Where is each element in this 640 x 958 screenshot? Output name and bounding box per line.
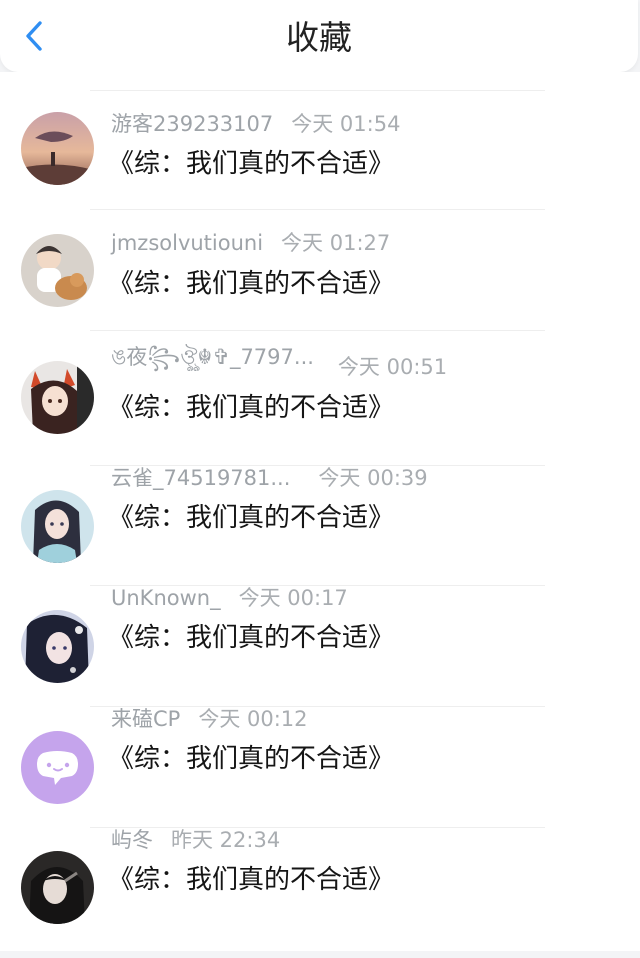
item-meta: jmzsolvutiouni 今天 01:27 bbox=[111, 228, 390, 258]
timestamp: 昨天 22:34 bbox=[171, 828, 281, 852]
list-item[interactable]: 云雀_74519781... 今天 00:39 《综：我们真的不合适》 bbox=[0, 466, 640, 597]
user-name[interactable]: 游客239233107 bbox=[111, 109, 273, 139]
book-title[interactable]: 《综：我们真的不合适》 bbox=[108, 620, 394, 656]
avatar[interactable] bbox=[21, 610, 94, 683]
timestamp: 今天 00:39 bbox=[318, 466, 428, 490]
item-meta: 游客239233107 今天 01:54 bbox=[111, 109, 400, 139]
book-title[interactable]: 《综：我们真的不合适》 bbox=[108, 390, 394, 426]
book-title[interactable]: 《综：我们真的不合适》 bbox=[108, 741, 394, 777]
item-meta: 屿冬 昨天 22:34 bbox=[111, 825, 280, 855]
user-name[interactable]: jmzsolvutiouni bbox=[111, 228, 263, 258]
item-meta: 云雀_74519781... 今天 00:39 bbox=[111, 463, 428, 493]
list-divider bbox=[90, 90, 545, 91]
favorites-list: 游客239233107 今天 01:54 《综：我们真的不合适》 jmzsolvu… bbox=[0, 72, 640, 951]
item-meta: ঙ夜꧂ঔৣ☬✞_7797... 今天 00:51 bbox=[111, 342, 447, 379]
header-bar: 收藏 bbox=[0, 0, 638, 72]
page-title: 收藏 bbox=[286, 18, 352, 57]
anime-girl-blue-avatar bbox=[21, 490, 94, 563]
avatar[interactable] bbox=[21, 731, 94, 804]
list-divider bbox=[90, 330, 545, 331]
timestamp: 今天 01:54 bbox=[291, 112, 401, 136]
list-item[interactable]: jmzsolvutiouni 今天 01:27 《综：我们真的不合适》 bbox=[0, 214, 640, 334]
list-divider bbox=[90, 209, 545, 210]
avatar[interactable] bbox=[21, 234, 94, 307]
user-name[interactable]: UnKnown_ bbox=[111, 583, 221, 613]
book-title[interactable]: 《综：我们真的不合适》 bbox=[108, 862, 394, 898]
list-item[interactable]: 来磕CP 今天 00:12 《综：我们真的不合适》 bbox=[0, 707, 640, 837]
user-name[interactable]: ঙ夜꧂ঔৣ☬✞_7797... bbox=[111, 342, 314, 372]
avatar[interactable] bbox=[21, 361, 94, 434]
item-meta: 来磕CP 今天 00:12 bbox=[111, 704, 308, 734]
chat-bubble-avatar bbox=[21, 731, 94, 804]
sunset-whale-avatar bbox=[21, 112, 94, 185]
book-title[interactable]: 《综：我们真的不合适》 bbox=[108, 500, 394, 536]
user-name[interactable]: 屿冬 bbox=[111, 825, 153, 855]
list-item[interactable]: 游客239233107 今天 01:54 《综：我们真的不合适》 bbox=[0, 94, 640, 214]
user-name[interactable]: 云雀_74519781... bbox=[111, 463, 290, 493]
user-name[interactable]: 来磕CP bbox=[111, 704, 180, 734]
timestamp: 今天 01:27 bbox=[281, 231, 391, 255]
anime-dark-hair-avatar bbox=[21, 610, 94, 683]
avatar[interactable] bbox=[21, 490, 94, 563]
list-item[interactable]: 屿冬 昨天 22:34 《综：我们真的不合适》 bbox=[0, 828, 640, 958]
anime-fox-girl-avatar bbox=[21, 361, 94, 434]
avatar[interactable] bbox=[21, 851, 94, 924]
timestamp: 今天 00:51 bbox=[337, 355, 448, 379]
item-meta: UnKnown_ 今天 00:17 bbox=[111, 583, 348, 613]
timestamp: 今天 00:17 bbox=[238, 586, 348, 610]
book-title[interactable]: 《综：我们真的不合适》 bbox=[108, 146, 394, 182]
avatar[interactable] bbox=[21, 112, 94, 185]
list-item[interactable]: UnKnown_ 今天 00:17 《综：我们真的不合适》 bbox=[0, 586, 640, 717]
child-dog-avatar bbox=[21, 234, 94, 307]
dark-portrait-avatar bbox=[21, 851, 94, 924]
book-title[interactable]: 《综：我们真的不合适》 bbox=[108, 266, 394, 302]
list-item[interactable]: ঙ夜꧂ঔৣ☬✞_7797... 今天 00:51 《综：我们真的不合适》 bbox=[0, 344, 640, 464]
timestamp: 今天 00:12 bbox=[198, 707, 308, 731]
